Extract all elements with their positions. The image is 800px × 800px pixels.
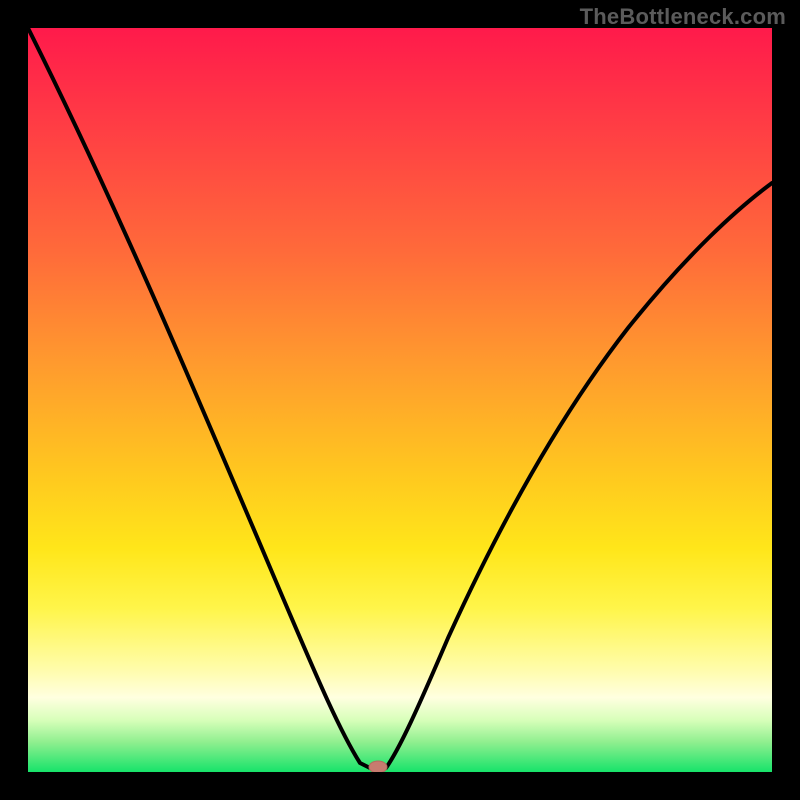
chart-frame: TheBottleneck.com: [0, 0, 800, 800]
minimum-marker: [369, 761, 387, 772]
plot-area: [28, 28, 772, 772]
watermark-text: TheBottleneck.com: [580, 4, 786, 30]
curve-path: [28, 28, 772, 768]
bottleneck-curve: [28, 28, 772, 772]
